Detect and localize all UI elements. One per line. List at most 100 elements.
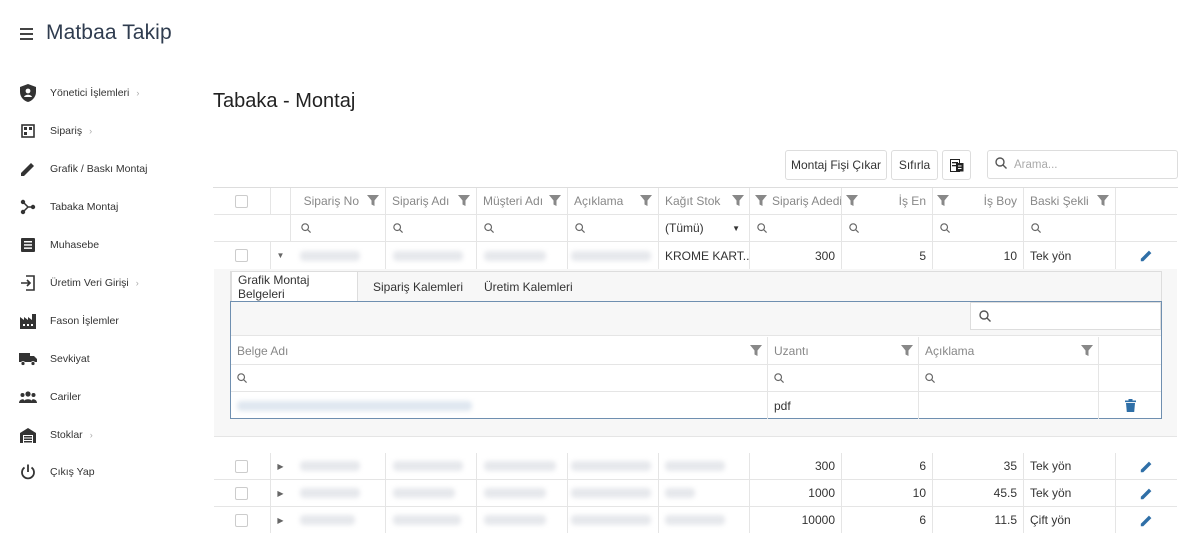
filter-belge-adi[interactable] (231, 365, 767, 391)
filter-cell (1115, 215, 1177, 241)
filter-icon[interactable] (640, 195, 652, 207)
cell-is-en: 6 (841, 507, 932, 533)
documents-actions-header (1098, 337, 1161, 364)
documents-search-field[interactable] (970, 302, 1161, 330)
filter-icon[interactable] (549, 195, 561, 207)
filter-aciklama[interactable] (918, 365, 1098, 391)
montaj-fisi-cikar-button[interactable]: Montaj Fişi Çıkar (785, 150, 887, 180)
document-row[interactable]: pdf (231, 392, 1161, 419)
filter-baski-sekli[interactable] (1023, 215, 1115, 241)
collapse-caret-icon[interactable]: ▼ (270, 242, 290, 269)
filter-icon[interactable] (1097, 195, 1109, 207)
hamburger-menu-icon[interactable] (19, 26, 35, 40)
chevron-right-icon: › (135, 278, 139, 288)
expand-caret-icon[interactable]: ▶ (270, 507, 290, 533)
filter-siparis-no[interactable] (290, 215, 385, 241)
expand-caret-icon[interactable]: ▶ (270, 480, 290, 506)
filter-icon[interactable] (367, 195, 379, 207)
sidebar-item-label: Yönetici İşlemleri (50, 87, 130, 99)
filter-icon[interactable] (755, 195, 767, 207)
cell-is-boy: 10 (932, 242, 1023, 269)
column-header-belge-adi[interactable]: Belge Adı (231, 337, 767, 364)
cell-uzanti: pdf (767, 392, 918, 419)
filter-icon[interactable] (732, 195, 744, 207)
row-checkbox[interactable] (235, 513, 248, 527)
cell-baski-sekli: Tek yön (1023, 453, 1115, 479)
sidebar-item-sevkiyat[interactable]: Sevkiyat (18, 344, 178, 374)
filter-cell (1098, 365, 1161, 391)
pencil-icon[interactable] (1140, 249, 1153, 262)
filter-siparis-adedi[interactable] (749, 215, 841, 241)
search-field[interactable] (987, 150, 1178, 179)
filter-aciklama[interactable] (567, 215, 658, 241)
tab-siparis-kalemleri[interactable]: Sipariş Kalemleri (367, 272, 469, 302)
ledger-icon (18, 235, 38, 255)
header-select-all-cell (214, 188, 270, 214)
trash-icon[interactable] (1124, 399, 1136, 412)
pencil-icon[interactable] (1140, 487, 1153, 500)
column-label: Kağıt Stok (665, 194, 721, 208)
cell-musteri-adi (476, 242, 567, 269)
chevron-right-icon: › (136, 88, 140, 98)
filter-icon[interactable] (937, 195, 949, 207)
tab-uretim-kalemleri[interactable]: Üretim Kalemleri (478, 272, 579, 302)
select-all-checkbox[interactable] (235, 194, 248, 208)
filter-siparis-adi[interactable] (385, 215, 476, 241)
sidebar-item-fason-islemler[interactable]: Fason İşlemler (18, 306, 178, 336)
search-icon (979, 310, 991, 322)
search-input[interactable] (1014, 158, 1164, 171)
sidebar-item-yonetici[interactable]: Yönetici İşlemleri › (18, 78, 178, 108)
sidebar-item-label: Muhasebe (50, 239, 100, 251)
filter-is-en[interactable] (841, 215, 932, 241)
filter-icon[interactable] (458, 195, 470, 207)
search-icon (1031, 223, 1041, 233)
row-checkbox[interactable] (235, 459, 248, 473)
table-row[interactable]: ▶ 1000 10 45.5 Tek yön (214, 480, 1177, 507)
pencil-icon[interactable] (1140, 514, 1153, 527)
cell-kagit-stok (658, 507, 749, 533)
sidebar-item-uretim-veri-girisi[interactable]: Üretim Veri Girişi › (18, 268, 178, 298)
cell-aciklama (567, 480, 658, 506)
row-checkbox[interactable] (235, 486, 248, 500)
filter-icon[interactable] (750, 345, 762, 357)
sidebar-item-siparis[interactable]: Sipariş › (18, 116, 178, 146)
export-icon[interactable] (942, 150, 971, 180)
header-expand-cell (270, 188, 290, 214)
table-row-expanded[interactable]: ▼ KROME KART... 300 5 10 Tek yön (214, 242, 1177, 269)
people-icon (18, 387, 38, 407)
pencil-icon[interactable] (1140, 460, 1153, 473)
sidebar-item-muhasebe[interactable]: Muhasebe (18, 230, 178, 260)
search-icon (301, 223, 311, 233)
cell-siparis-adi (385, 480, 476, 506)
filter-is-boy[interactable] (932, 215, 1023, 241)
sidebar-item-cariler[interactable]: Cariler (18, 382, 178, 412)
table-row[interactable]: ▶ 10000 6 11.5 Çift yön (214, 507, 1177, 533)
documents-header-row: Belge Adı Uzantı Açıklama (231, 337, 1161, 365)
cell-baski-sekli: Çift yön (1023, 507, 1115, 533)
expand-caret-icon[interactable]: ▶ (270, 453, 290, 479)
cell-siparis-adedi: 1000 (749, 480, 841, 506)
table-row[interactable]: ▶ 300 6 35 Tek yön (214, 453, 1177, 480)
sidebar-item-label: Cariler (50, 391, 81, 403)
column-header-uzanti[interactable]: Uzantı (767, 337, 918, 364)
filter-icon[interactable] (1081, 345, 1093, 357)
filter-kagit-stok-select[interactable]: (Tümü) ▼ (658, 215, 749, 241)
filter-uzanti[interactable] (767, 365, 918, 391)
login-arrow-icon (18, 273, 38, 293)
tab-grafik-montaj-belgeleri[interactable]: Grafik Montaj Belgeleri (231, 271, 358, 302)
share-nodes-icon (18, 197, 38, 217)
sidebar-item-cikis-yap[interactable]: Çıkış Yap (18, 457, 178, 487)
sidebar-item-grafik-baski-montaj[interactable]: Grafik / Baskı Montaj (18, 154, 178, 184)
row-checkbox[interactable] (235, 249, 248, 262)
column-header-actions (1115, 188, 1177, 214)
sidebar-item-tabaka-montaj[interactable]: Tabaka Montaj (18, 192, 178, 222)
column-header-aciklama[interactable]: Açıklama (918, 337, 1098, 364)
cell-is-boy: 11.5 (932, 507, 1023, 533)
reset-button[interactable]: Sıfırla (891, 150, 938, 180)
column-label: Baski Şekli (1030, 194, 1089, 208)
filter-icon[interactable] (901, 345, 913, 357)
filter-icon[interactable] (846, 195, 858, 207)
page-title: Tabaka - Montaj (213, 90, 356, 112)
filter-musteri-adi[interactable] (476, 215, 567, 241)
sidebar-item-stoklar[interactable]: Stoklar › (18, 420, 178, 450)
